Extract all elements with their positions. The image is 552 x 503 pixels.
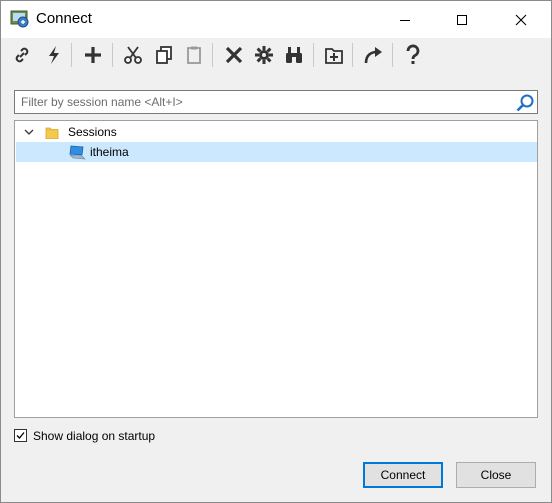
tree-folder-label: Sessions [68, 125, 117, 139]
show-on-startup-label: Show dialog on startup [33, 429, 156, 443]
properties-button[interactable] [251, 41, 277, 69]
copy-icon [156, 46, 172, 64]
minimize-icon [400, 19, 410, 21]
new-folder-button[interactable] [321, 41, 347, 69]
x-icon [225, 46, 243, 64]
connect-link-button[interactable] [9, 41, 35, 69]
search-icon[interactable] [515, 93, 535, 113]
gear-icon [255, 46, 273, 64]
show-on-startup-checkbox[interactable] [14, 429, 27, 442]
delete-button[interactable] [221, 41, 247, 69]
filter-box [14, 90, 538, 114]
quick-connect-button[interactable] [41, 41, 67, 69]
folder-plus-icon [325, 48, 343, 64]
question-icon [406, 44, 420, 64]
toolbar-separator [313, 43, 314, 67]
toolbar-separator [71, 43, 72, 67]
toolbar-separator [112, 43, 113, 67]
copy-button[interactable] [151, 41, 177, 69]
new-session-button[interactable] [80, 41, 106, 69]
close-icon [515, 14, 527, 25]
close-button[interactable]: Close [456, 462, 536, 488]
help-button[interactable] [400, 41, 426, 69]
tree-folder-sessions[interactable]: Sessions [16, 122, 537, 142]
plus-icon [85, 47, 101, 63]
connect-dialog: Connect Filter by session name <Alt+I> S… [0, 0, 552, 503]
toolbar-separator [212, 43, 213, 67]
computer-icon [69, 145, 86, 160]
maximize-icon [457, 14, 467, 25]
create-shortcut-button[interactable] [360, 41, 386, 69]
lightning-icon [49, 46, 59, 64]
toolbar-separator [392, 43, 393, 67]
tree-item-itheima[interactable]: itheima [16, 142, 537, 162]
maximize-button[interactable] [439, 1, 485, 38]
minimize-button[interactable] [382, 1, 428, 38]
filter-input[interactable] [15, 91, 511, 113]
title-bar: Connect [1, 1, 551, 38]
paste-button[interactable] [181, 41, 207, 69]
session-tree[interactable]: Sessions itheima [14, 120, 538, 418]
find-button[interactable] [281, 41, 307, 69]
close-window-button[interactable] [498, 1, 544, 38]
arrow-curve-icon [364, 47, 382, 64]
connect-button[interactable]: Connect [363, 462, 443, 488]
toolbar [1, 38, 551, 72]
link-icon [15, 47, 29, 63]
checkmark-icon [16, 432, 25, 439]
toolbar-separator [352, 43, 353, 67]
scissors-icon [124, 46, 142, 64]
cut-button[interactable] [120, 41, 146, 69]
binoculars-icon [286, 47, 302, 63]
clipboard-icon [187, 46, 201, 64]
app-icon [10, 10, 29, 28]
chevron-down-icon[interactable] [24, 127, 34, 137]
window-title: Connect [36, 10, 92, 27]
folder-icon [45, 127, 59, 139]
tree-item-label: itheima [90, 145, 129, 159]
